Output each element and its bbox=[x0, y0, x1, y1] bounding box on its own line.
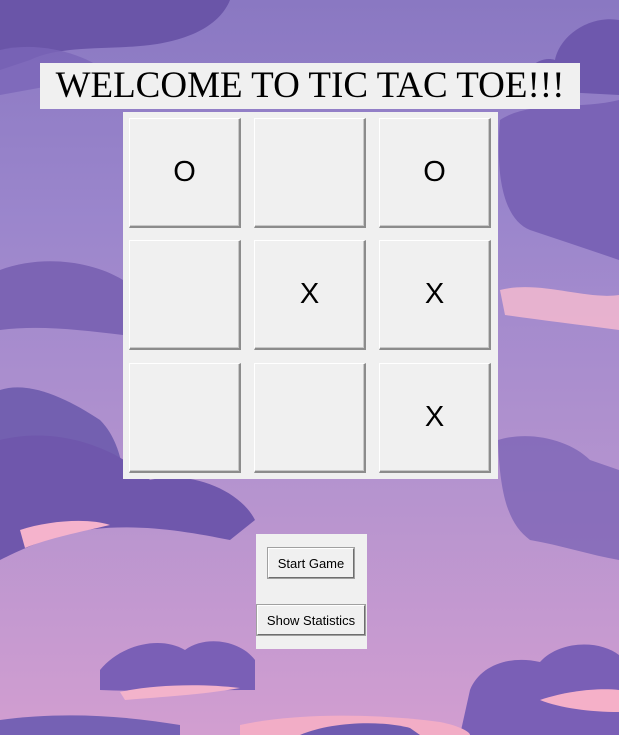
show-statistics-button[interactable]: Show Statistics bbox=[257, 605, 365, 635]
board-cell-1-1[interactable]: X bbox=[254, 240, 366, 350]
board-cell-2-1[interactable] bbox=[254, 363, 366, 473]
board-cell-0-0[interactable]: O bbox=[129, 118, 241, 228]
board-cell-2-0[interactable] bbox=[129, 363, 241, 473]
game-board: O O X X X bbox=[123, 112, 498, 479]
control-panel: Start Game Show Statistics bbox=[256, 534, 367, 649]
board-cell-1-0[interactable] bbox=[129, 240, 241, 350]
start-game-button[interactable]: Start Game bbox=[268, 548, 354, 578]
board-cell-0-2[interactable]: O bbox=[379, 118, 491, 228]
welcome-title: WELCOME TO TIC TAC TOE!!! bbox=[40, 63, 580, 109]
board-cell-1-2[interactable]: X bbox=[379, 240, 491, 350]
board-cell-0-1[interactable] bbox=[254, 118, 366, 228]
board-cell-2-2[interactable]: X bbox=[379, 363, 491, 473]
